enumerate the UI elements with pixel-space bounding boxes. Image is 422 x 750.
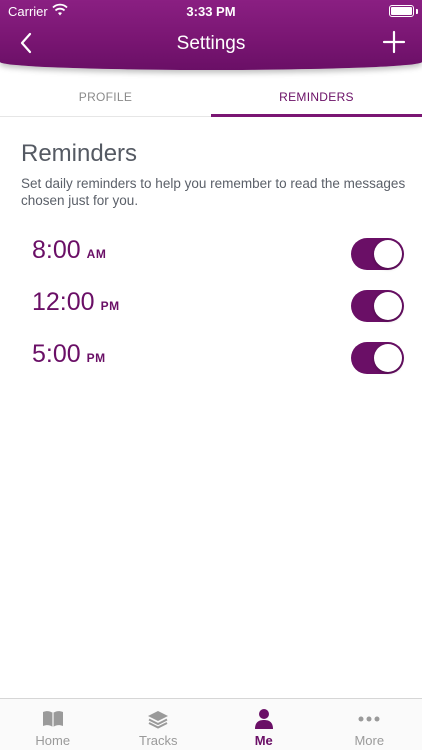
tabbar-item-me[interactable]: Me [211,699,317,750]
reminder-toggle[interactable] [351,238,404,270]
reminder-period: PM [86,351,106,365]
toggle-knob [374,292,402,320]
toggle-knob [374,240,402,268]
tabbar-item-home[interactable]: Home [0,699,106,750]
tab-reminders[interactable]: REMINDERS [211,78,422,117]
bottom-tab-bar: Home Tracks Me More [0,698,422,750]
page-title: Settings [176,33,246,54]
status-time: 3:33 PM [186,4,236,19]
reminder-period: AM [86,247,107,261]
reminder-row: 5:00 PM [0,336,422,380]
person-icon [254,709,273,729]
reminders-heading: Reminders [21,140,138,167]
tabbar-item-tracks[interactable]: Tracks [106,699,212,750]
reminders-description: Set daily reminders to help you remember… [21,176,406,208]
toggle-knob [374,344,402,372]
layers-icon [148,711,169,729]
reminder-time-value: 12:00 [32,288,95,316]
settings-tabs: PROFILE REMINDERS [0,78,422,117]
reminder-time-value: 8:00 [32,236,81,264]
reminder-row: 12:00 PM [0,284,422,328]
status-bar: Carrier 3:33 PM [0,0,422,22]
add-reminder-button[interactable] [382,30,406,54]
tabbar-label: Home [35,733,71,748]
more-icon [358,716,380,722]
reminder-time-value: 5:00 [32,340,81,368]
book-icon [42,711,63,727]
reminder-toggle[interactable] [351,342,404,374]
reminder-time[interactable]: 5:00 PM [32,340,106,369]
tabbar-label: Tracks [138,733,178,748]
header: Carrier 3:33 PM Settings [0,0,422,70]
reminder-time[interactable]: 8:00 AM [32,236,106,265]
reminder-time[interactable]: 12:00 PM [32,288,120,317]
battery-icon [389,5,414,17]
tabbar-item-more[interactable]: More [317,699,422,750]
reminder-period: PM [100,299,120,313]
reminder-row: 8:00 AM [0,232,422,276]
battery-tip [416,9,418,14]
tab-profile[interactable]: PROFILE [0,78,211,116]
tabbar-label: Me [254,733,273,748]
reminder-toggle[interactable] [351,290,404,322]
tabbar-label: More [354,733,385,748]
